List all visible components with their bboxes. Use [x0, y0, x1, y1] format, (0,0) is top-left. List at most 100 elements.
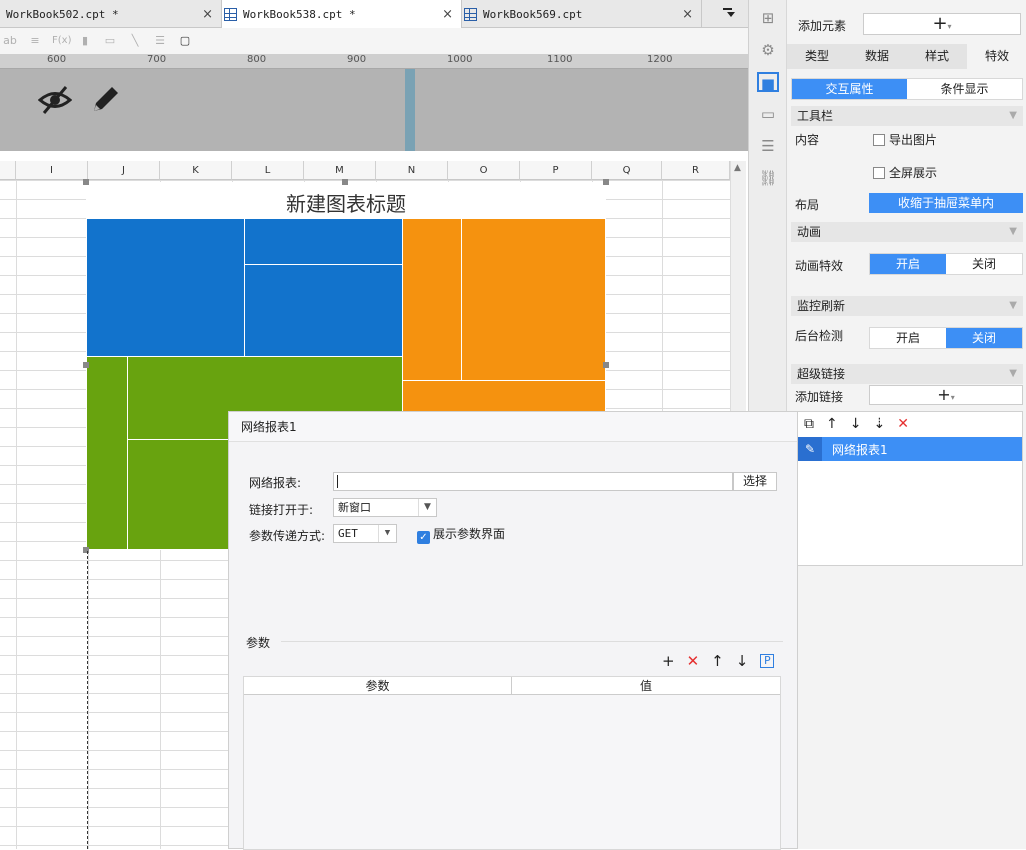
move-down-icon[interactable]: ↓	[736, 652, 749, 670]
show-params-option[interactable]: ✓ 展示参数界面	[417, 525, 505, 544]
resize-handle[interactable]	[83, 179, 89, 185]
sort-icon[interactable]: ⇣	[873, 416, 885, 432]
scroll-up-icon[interactable]: ▲	[734, 163, 741, 173]
tab-type[interactable]: 类型	[787, 44, 847, 69]
checkbox[interactable]	[873, 134, 885, 146]
column-header[interactable]: R	[662, 161, 730, 180]
toolbar-section[interactable]: 工具栏 ▼	[791, 106, 1023, 126]
treemap-block-green[interactable]	[86, 356, 128, 550]
bg-off[interactable]: 关闭	[946, 328, 1022, 348]
show-params-label: 展示参数界面	[433, 527, 506, 541]
bg-on[interactable]: 开启	[870, 328, 946, 348]
ruler-label: 800	[247, 54, 267, 65]
widget-settings-icon[interactable]: ■	[757, 72, 779, 93]
tab-menu-icon[interactable]	[722, 6, 736, 20]
border-icon[interactable]: ▢	[177, 34, 193, 48]
component-icon[interactable]: ▭	[758, 104, 778, 124]
animation-section[interactable]: 动画 ▼	[791, 222, 1023, 242]
link-item-label: 网络报表1	[832, 443, 888, 457]
subtab-interaction[interactable]: 交互属性	[792, 79, 907, 99]
ruler-label: 1200	[647, 54, 673, 65]
move-down-icon[interactable]: ↓	[850, 416, 862, 432]
layout-value[interactable]: 收缩于抽屉菜单内	[869, 193, 1023, 213]
section-title: 动画	[797, 225, 822, 239]
chart-icon[interactable]: ▮	[77, 34, 93, 48]
move-up-icon[interactable]: ↑	[826, 416, 838, 432]
export-image-option[interactable]: 导出图片	[873, 131, 937, 148]
tab-effects[interactable]: 特效	[967, 44, 1026, 69]
align-icon[interactable]: ≡	[27, 34, 43, 48]
list-icon[interactable]: ☰	[152, 34, 168, 48]
close-icon[interactable]: ×	[682, 7, 693, 22]
slash-icon[interactable]: ╲	[127, 34, 143, 48]
close-icon[interactable]: ×	[202, 7, 213, 22]
tab-workbook502[interactable]: WorkBook502.cpt * ×	[0, 0, 222, 28]
checkbox[interactable]	[873, 167, 885, 179]
checked-checkbox[interactable]: ✓	[417, 531, 430, 544]
column-header[interactable]: K	[160, 161, 232, 180]
method-select[interactable]: GET ▼	[333, 524, 397, 543]
param-badge[interactable]: P	[760, 654, 775, 668]
layer-icon[interactable]: ☰	[758, 136, 778, 156]
params-table[interactable]: 参数 值	[243, 676, 781, 850]
fullscreen-option[interactable]: 全屏展示	[873, 164, 937, 181]
tab-style[interactable]: 样式	[907, 44, 967, 69]
delete-icon[interactable]: ✕	[897, 416, 909, 432]
link-list-item[interactable]: ✎ 网络报表1	[798, 437, 1022, 461]
tab-bar: WorkBook502.cpt * × WorkBook538.cpt * × …	[0, 0, 748, 28]
hyperlink-section[interactable]: 超级链接 ▼	[791, 364, 1023, 384]
column-header[interactable]: I	[16, 161, 88, 180]
column-header[interactable]: Q	[592, 161, 662, 180]
column-header[interactable]: N	[376, 161, 448, 180]
treemap-block-orange[interactable]	[402, 218, 462, 381]
treemap-block-blue[interactable]	[244, 218, 403, 265]
add-icon[interactable]: +	[662, 652, 675, 670]
formula-icon[interactable]: F(x)	[52, 34, 71, 48]
ruler-label: 700	[147, 54, 167, 65]
column-header[interactable]: J	[88, 161, 160, 180]
chevron-down-icon: ▼	[1009, 300, 1017, 311]
resize-handle[interactable]	[83, 547, 89, 553]
resize-handle[interactable]	[603, 179, 609, 185]
plus-icon: +	[937, 385, 951, 404]
treemap-block-orange[interactable]	[461, 218, 606, 381]
close-icon[interactable]: ×	[442, 7, 453, 22]
subtab-condition[interactable]: 条件显示	[907, 79, 1022, 99]
text-tool-icon[interactable]: ab	[2, 34, 18, 48]
ruler-label: 600	[47, 54, 67, 65]
resize-handle[interactable]	[342, 179, 348, 185]
image-icon[interactable]: ▭	[102, 34, 118, 48]
tab-workbook569[interactable]: WorkBook569.cpt ×	[462, 0, 702, 28]
monitor-section[interactable]: 监控刷新 ▼	[791, 296, 1023, 316]
column-header[interactable]: P	[520, 161, 592, 180]
divider	[281, 641, 783, 642]
edit-pencil-icon[interactable]: ✎	[798, 437, 822, 461]
move-up-icon[interactable]: ↑	[711, 652, 724, 670]
column-header[interactable]: L	[232, 161, 304, 180]
cell-icon[interactable]: ⊞	[758, 8, 778, 28]
treemap-block-blue[interactable]	[86, 218, 245, 357]
treemap-block-blue[interactable]	[244, 264, 403, 357]
animation-off[interactable]: 关闭	[946, 254, 1022, 274]
animation-on[interactable]: 开启	[870, 254, 946, 274]
column-header[interactable]: O	[448, 161, 520, 180]
link-icon[interactable]: ⛓	[758, 168, 778, 188]
resize-handle[interactable]	[83, 362, 89, 368]
report-label: 网络报表:	[249, 476, 302, 490]
tab-workbook538[interactable]: WorkBook538.cpt * ×	[222, 0, 462, 28]
add-link-button[interactable]: +▾	[869, 385, 1023, 405]
add-element-button[interactable]: +▾	[863, 13, 1021, 35]
tab-data[interactable]: 数据	[847, 44, 907, 69]
value-column-header: 值	[512, 677, 780, 695]
open-in-select[interactable]: 新窗口 ▼	[333, 498, 437, 517]
delete-icon[interactable]: ✕	[687, 652, 700, 670]
form-settings-icon[interactable]: ⚙	[758, 40, 778, 60]
section-title: 超级链接	[797, 367, 846, 381]
select-button[interactable]: 选择	[733, 472, 777, 491]
resize-handle[interactable]	[603, 362, 609, 368]
column-header[interactable]: M	[304, 161, 376, 180]
report-input[interactable]	[333, 472, 733, 491]
pencil-icon[interactable]	[90, 83, 122, 118]
copy-icon[interactable]: ⧉	[804, 416, 814, 432]
hide-eye-icon[interactable]	[37, 85, 73, 118]
